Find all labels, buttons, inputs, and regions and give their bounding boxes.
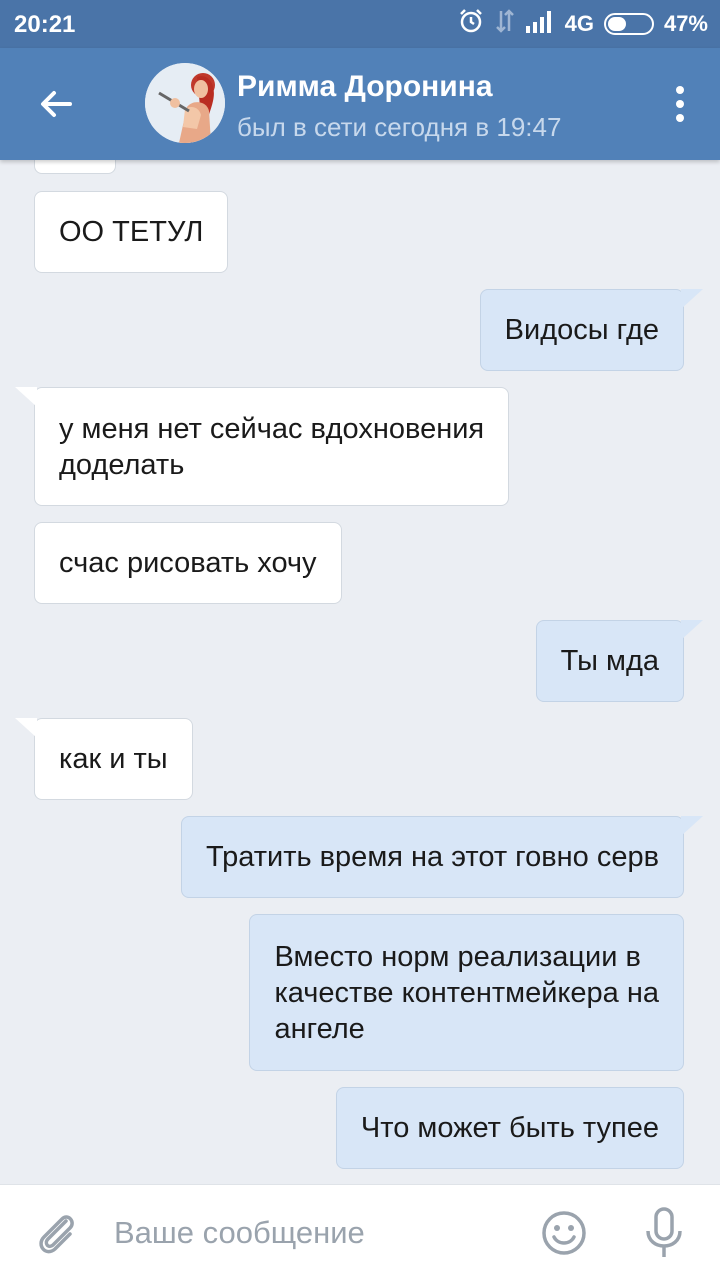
message-list[interactable]: ОО ТЕТУЛ Видосы где у меня нет сейчас вд…	[0, 160, 720, 1184]
status-time: 20:21	[14, 11, 76, 38]
message-incoming[interactable]: ОО ТЕТУЛ	[34, 191, 229, 273]
battery-percent: 47%	[663, 11, 708, 36]
more-vertical-icon-dot	[676, 100, 684, 108]
chat-header: Римма Доронина был в сети сегодня в 19:4…	[0, 48, 720, 160]
bubble-tail	[15, 387, 37, 407]
contact-last-seen: был в сети сегодня в 19:47	[237, 112, 562, 142]
paperclip-icon	[39, 1215, 74, 1254]
network-type: 4G	[564, 11, 594, 36]
contact-name[interactable]: Римма Доронина	[237, 70, 493, 104]
message-outgoing[interactable]: Ты мда	[535, 620, 703, 702]
more-vertical-icon-dot	[676, 114, 684, 122]
message-text: Вместо норм реализации в качестве контен…	[274, 940, 659, 1045]
message-outgoing[interactable]: Тратить время на этот говно серв	[181, 816, 703, 898]
message-incoming[interactable]: как и ты	[15, 718, 193, 800]
contact-avatar[interactable]	[145, 63, 225, 143]
voice-message-button[interactable]	[638, 1205, 690, 1261]
message-text: Тратить время на этот говно серв	[206, 841, 659, 873]
battery-icon	[603, 13, 654, 35]
arrow-left-icon	[41, 91, 72, 117]
more-menu-button[interactable]	[660, 78, 700, 130]
message-text: как и ты	[59, 743, 168, 775]
bubble-tail	[15, 718, 37, 738]
message-incoming[interactable]	[34, 160, 116, 174]
data-transfer-icon	[495, 7, 515, 41]
bubble-tail	[681, 620, 703, 640]
emoji-button[interactable]	[538, 1207, 590, 1259]
message-outgoing[interactable]: Что может быть тупее	[335, 1087, 684, 1169]
message-outgoing[interactable]: Вместо норм реализации в качестве контен…	[249, 914, 684, 1071]
message-incoming[interactable]: у меня нет сейчас вдохновения доделать	[15, 387, 510, 506]
back-button[interactable]	[24, 76, 88, 132]
bubble-tail	[681, 289, 703, 309]
more-vertical-icon	[676, 86, 684, 94]
message-input[interactable]	[114, 1209, 514, 1257]
message-text: счас рисовать хочу	[59, 547, 317, 579]
bubble-tail	[681, 816, 703, 836]
message-text: Видосы где	[504, 314, 659, 346]
message-text: Ты мда	[560, 645, 659, 677]
message-incoming[interactable]: счас рисовать хочу	[34, 522, 342, 604]
attach-button[interactable]	[30, 1207, 82, 1259]
message-text: Что может быть тупее	[360, 1112, 659, 1144]
message-text: у меня нет сейчас вдохновения доделать	[59, 412, 485, 481]
smile-icon	[542, 1211, 586, 1255]
status-icons: 4G 47%	[457, 9, 708, 39]
signal-icon	[525, 8, 555, 40]
status-bar: 20:21 4G 47%	[0, 0, 720, 48]
alarm-icon	[457, 7, 485, 41]
microphone-icon	[646, 1207, 682, 1257]
message-outgoing[interactable]: Видосы где	[479, 289, 703, 371]
message-text: ОО ТЕТУЛ	[59, 216, 204, 248]
message-composer	[0, 1184, 720, 1280]
